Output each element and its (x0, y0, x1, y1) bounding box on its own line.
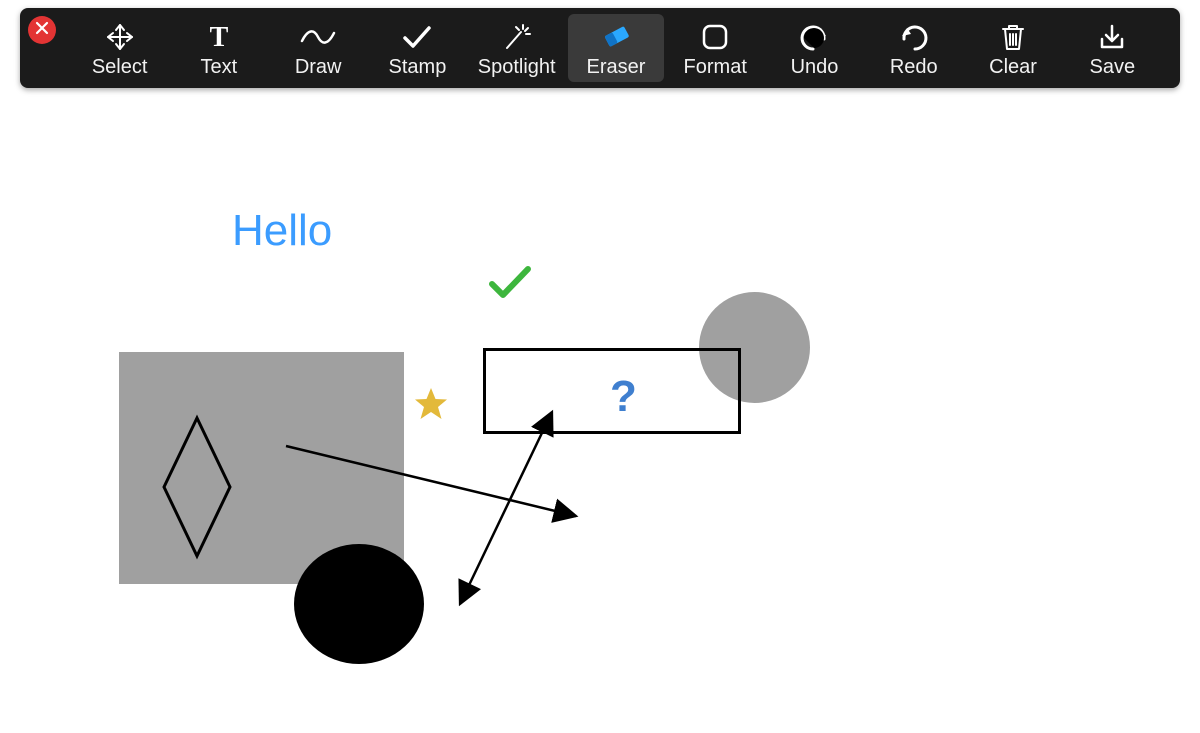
tool-label: Format (684, 56, 747, 79)
tool-label: Text (201, 56, 238, 79)
hello-text-annotation: Hello (232, 206, 332, 256)
close-icon (35, 21, 49, 40)
svg-text:T: T (210, 22, 229, 52)
undo-icon (798, 20, 830, 54)
tool-redo[interactable]: Redo (866, 14, 961, 82)
black-ellipse-shape (294, 544, 424, 664)
redo-icon (898, 20, 930, 54)
magic-wand-icon (501, 20, 533, 54)
checkmark-icon (401, 20, 433, 54)
trash-icon (999, 20, 1027, 54)
tool-save[interactable]: Save (1065, 14, 1160, 82)
tool-label: Undo (791, 56, 839, 79)
wave-line-icon (299, 20, 337, 54)
double-arrow-shape (448, 396, 568, 616)
tool-text[interactable]: T Text (171, 14, 266, 82)
diamond-outline-shape (160, 414, 234, 560)
tool-format[interactable]: Format (668, 14, 763, 82)
tool-select[interactable]: Select (72, 14, 167, 82)
toolbar-tools: Select T Text Draw St (62, 8, 1180, 88)
tool-label: Stamp (389, 56, 447, 79)
rounded-square-icon (700, 20, 730, 54)
tool-label: Eraser (587, 56, 646, 79)
tool-clear[interactable]: Clear (965, 14, 1060, 82)
tool-label: Clear (989, 56, 1037, 79)
close-button[interactable] (28, 16, 56, 44)
download-icon (1097, 20, 1127, 54)
text-icon: T (204, 20, 234, 54)
eraser-icon (600, 20, 632, 54)
tool-label: Draw (295, 56, 342, 79)
tool-draw[interactable]: Draw (271, 14, 366, 82)
tool-eraser[interactable]: Eraser (568, 14, 663, 82)
tool-stamp[interactable]: Stamp (370, 14, 465, 82)
tool-label: Select (92, 56, 148, 79)
move-arrows-icon (105, 20, 135, 54)
tool-label: Save (1089, 56, 1135, 79)
annotation-toolbar: Select T Text Draw St (20, 8, 1180, 88)
question-mark-text: ? (610, 372, 637, 422)
tool-undo[interactable]: Undo (767, 14, 862, 82)
gold-star-stamp (412, 386, 450, 422)
drawing-canvas[interactable]: ? Hello (0, 96, 1200, 733)
tool-label: Spotlight (478, 56, 556, 79)
tool-label: Redo (890, 56, 938, 79)
green-check-stamp (488, 264, 532, 300)
tool-spotlight[interactable]: Spotlight (469, 14, 564, 82)
